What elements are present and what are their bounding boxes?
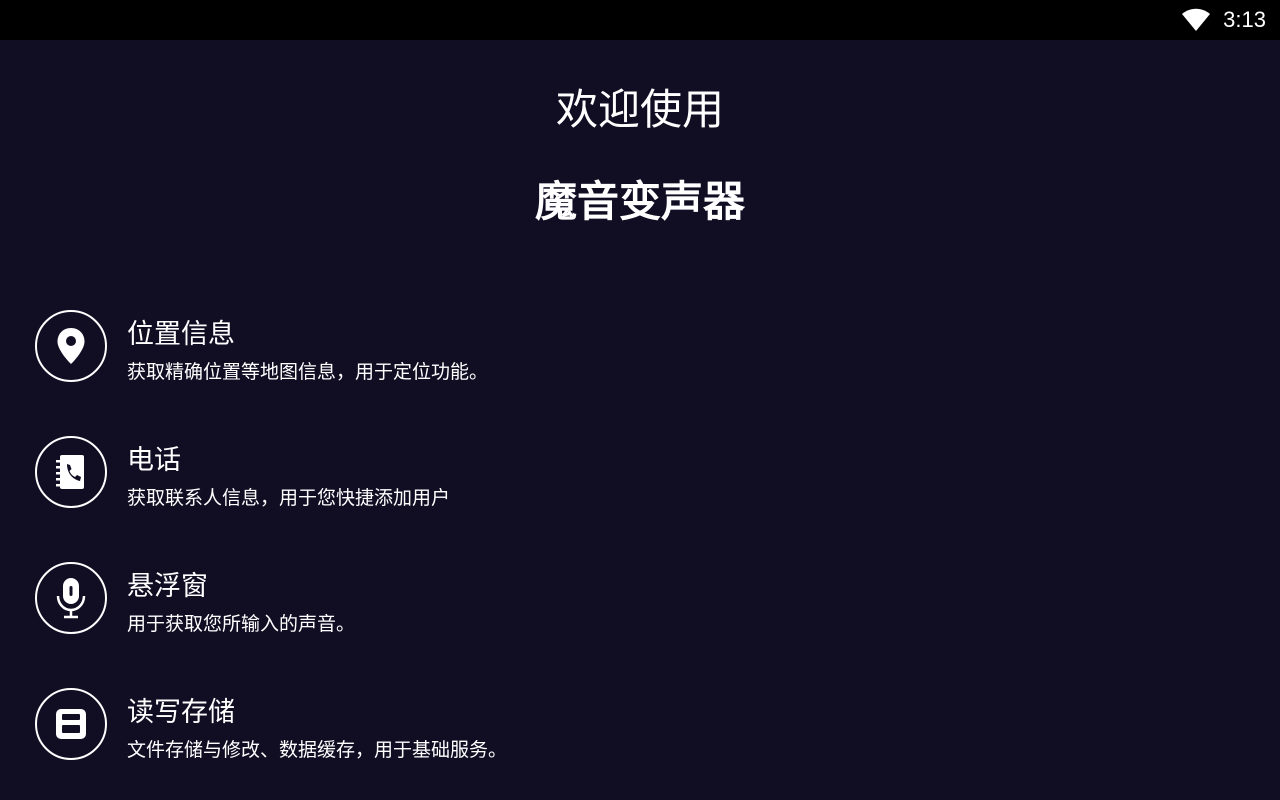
permission-description: 获取精确位置等地图信息，用于定位功能。 [127, 361, 489, 383]
app-name-heading: 魔音变声器 [534, 177, 745, 226]
permission-title: 电话 [127, 445, 181, 476]
permission-title: 悬浮窗 [127, 571, 208, 602]
permission-description: 获取联系人信息，用于您快捷添加用户 [127, 487, 451, 509]
welcome-heading: 欢迎使用 [555, 85, 724, 134]
status-bar: 3:13 [0, 0, 1280, 40]
permission-title: 读写存储 [127, 697, 235, 728]
permission-description: 文件存储与修改、数据缓存，用于基础服务。 [127, 739, 508, 761]
permission-description: 用于获取您所输入的声音。 [127, 613, 356, 635]
wifi-icon [1181, 8, 1211, 32]
permission-item-storage: 读写存储 文件存储与修改、数据缓存，用于基础服务。 [35, 688, 935, 764]
storage-icon [35, 688, 107, 760]
microphone-icon [35, 562, 107, 634]
permission-item-location: 位置信息 获取精确位置等地图信息，用于定位功能。 [35, 310, 935, 386]
status-indicators: 3:13 [1181, 0, 1266, 40]
permission-item-floating-window: 悬浮窗 用于获取您所输入的声音。 [35, 562, 935, 638]
permission-item-phone: 电话 获取联系人信息，用于您快捷添加用户 [35, 436, 935, 512]
permission-title: 位置信息 [127, 319, 235, 350]
phone-contacts-icon [35, 436, 107, 508]
status-clock: 3:13 [1223, 7, 1266, 32]
location-pin-icon [35, 310, 107, 382]
